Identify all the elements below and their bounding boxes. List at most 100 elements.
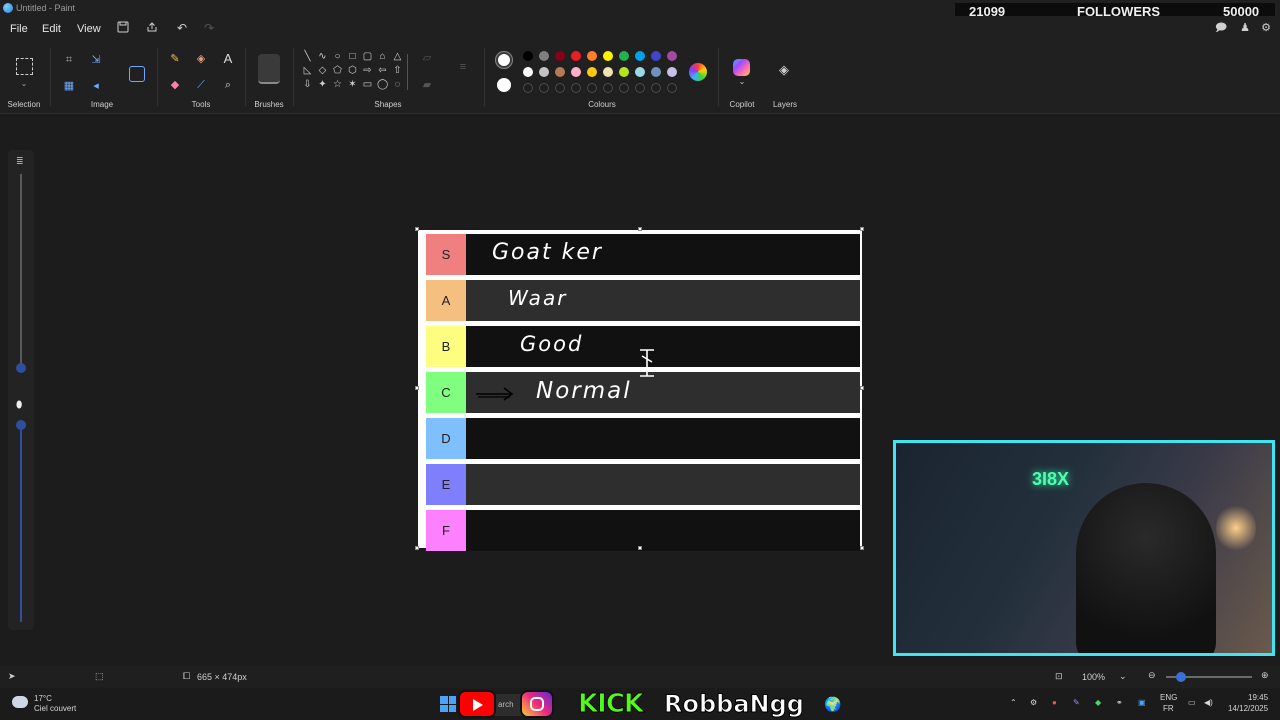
crop-icon[interactable]: ⌗ bbox=[62, 54, 76, 68]
palette-color-swatch[interactable] bbox=[571, 67, 581, 77]
share-icon[interactable] bbox=[145, 21, 159, 35]
callout-cloud-shape-icon[interactable]: ◌ bbox=[392, 79, 403, 90]
image-generate-icon[interactable] bbox=[129, 66, 145, 82]
zoom-in-icon[interactable]: ⊕ bbox=[1261, 670, 1269, 681]
account-icon[interactable]: ♟ bbox=[1238, 21, 1252, 35]
text-tool-icon[interactable]: A bbox=[221, 52, 235, 67]
selection-tool-icon[interactable] bbox=[16, 58, 33, 75]
palette-color-swatch[interactable] bbox=[603, 83, 613, 93]
palette-color-swatch[interactable] bbox=[571, 83, 581, 93]
menu-edit[interactable]: Edit bbox=[42, 23, 61, 35]
start-windows-icon[interactable] bbox=[440, 696, 456, 712]
palette-color-swatch[interactable] bbox=[619, 67, 629, 77]
palette-color-swatch[interactable] bbox=[523, 67, 533, 77]
palette-color-swatch[interactable] bbox=[523, 83, 533, 93]
tier-content-band[interactable] bbox=[466, 418, 860, 459]
tier-content-band[interactable]: Normal bbox=[466, 372, 860, 413]
menu-view[interactable]: View bbox=[77, 23, 101, 35]
up-arrow-shape-icon[interactable]: ⇧ bbox=[392, 65, 403, 76]
stroke-size-icon[interactable]: ≡ bbox=[456, 61, 470, 75]
five-point-star-shape-icon[interactable]: ☆ bbox=[332, 79, 343, 90]
weather-description[interactable]: Ciel couvert bbox=[34, 704, 76, 713]
palette-color-swatch[interactable] bbox=[619, 51, 629, 61]
secondary-color-swatch[interactable] bbox=[497, 78, 511, 92]
polygon-shape-icon[interactable]: ⌂ bbox=[377, 51, 388, 62]
tray-app-icon[interactable]: ▣ bbox=[1138, 698, 1146, 707]
right-arrow-shape-icon[interactable]: ⇨ bbox=[362, 65, 373, 76]
settings-gear-icon[interactable]: ⚙ bbox=[1259, 21, 1273, 35]
palette-color-swatch[interactable] bbox=[587, 51, 597, 61]
six-point-star-shape-icon[interactable]: ✶ bbox=[347, 79, 358, 90]
tier-content-band[interactable] bbox=[466, 510, 860, 551]
drawing-canvas[interactable]: S Goat ker A Waar B Good C Normal D E F bbox=[415, 227, 864, 551]
tray-app-icon[interactable]: ✎ bbox=[1073, 698, 1080, 707]
opacity-slider-thumb[interactable] bbox=[16, 420, 26, 430]
palette-color-swatch[interactable] bbox=[571, 51, 581, 61]
remove-background-icon[interactable]: ▦ bbox=[62, 80, 76, 94]
rectangle-shape-icon[interactable]: □ bbox=[347, 51, 358, 62]
palette-color-swatch[interactable] bbox=[539, 51, 549, 61]
resize-handle[interactable] bbox=[638, 227, 642, 231]
palette-color-swatch[interactable] bbox=[667, 51, 677, 61]
callout-oval-shape-icon[interactable]: ◯ bbox=[377, 79, 388, 90]
fit-to-window-icon[interactable]: ⊡ bbox=[1055, 671, 1063, 682]
shape-outline-icon[interactable]: ▱ bbox=[420, 52, 434, 66]
oval-shape-icon[interactable]: ○ bbox=[332, 51, 343, 62]
left-arrow-shape-icon[interactable]: ⇦ bbox=[377, 65, 388, 76]
browser-globe-icon[interactable]: 🌍 bbox=[824, 696, 841, 713]
language-bottom[interactable]: FR bbox=[1163, 704, 1174, 713]
resize-handle[interactable] bbox=[860, 546, 864, 550]
zoom-out-icon[interactable]: ⊖ bbox=[1148, 670, 1156, 681]
network-icon[interactable]: ▭ bbox=[1188, 698, 1196, 707]
palette-color-swatch[interactable] bbox=[555, 83, 565, 93]
primary-color-swatch[interactable] bbox=[496, 52, 512, 68]
palette-color-swatch[interactable] bbox=[539, 83, 549, 93]
tray-app-icon[interactable]: ● bbox=[1052, 698, 1057, 707]
eraser-icon[interactable]: ◆ bbox=[168, 79, 182, 93]
opacity-slider-track[interactable] bbox=[20, 422, 22, 622]
callout-rect-shape-icon[interactable]: ▭ bbox=[362, 79, 373, 90]
rotate-icon[interactable]: ◂ bbox=[89, 80, 103, 94]
palette-color-swatch[interactable] bbox=[635, 67, 645, 77]
magnifier-icon[interactable]: ⌕ bbox=[221, 79, 235, 93]
pencil-icon[interactable]: ✎ bbox=[168, 53, 182, 67]
copilot-dropdown-icon[interactable]: ⌄ bbox=[735, 76, 749, 90]
shapes-scrollbar[interactable] bbox=[407, 54, 408, 90]
tier-content-band[interactable] bbox=[466, 464, 860, 505]
four-point-star-shape-icon[interactable]: ✦ bbox=[317, 79, 328, 90]
pentagon-shape-icon[interactable]: ⬠ bbox=[332, 65, 343, 76]
palette-color-swatch[interactable] bbox=[635, 51, 645, 61]
volume-icon[interactable]: ◀) bbox=[1204, 698, 1213, 707]
palette-color-swatch[interactable] bbox=[587, 67, 597, 77]
resize-icon[interactable]: ⇲ bbox=[89, 54, 103, 68]
palette-color-swatch[interactable] bbox=[587, 83, 597, 93]
undo-icon[interactable]: ↶ bbox=[175, 21, 189, 35]
palette-color-swatch[interactable] bbox=[619, 83, 629, 93]
tier-content-band[interactable]: Good bbox=[466, 326, 860, 367]
palette-color-swatch[interactable] bbox=[539, 67, 549, 77]
copilot-icon[interactable] bbox=[733, 59, 750, 76]
resize-handle[interactable] bbox=[638, 546, 642, 550]
palette-color-swatch[interactable] bbox=[667, 67, 677, 77]
diamond-shape-icon[interactable]: ◇ bbox=[317, 65, 328, 76]
resize-handle[interactable] bbox=[415, 386, 419, 390]
palette-color-swatch[interactable] bbox=[651, 67, 661, 77]
save-icon[interactable] bbox=[116, 21, 130, 35]
resize-handle[interactable] bbox=[415, 546, 419, 550]
brush-size-slider-thumb[interactable] bbox=[16, 363, 26, 373]
clock-time[interactable]: 19:45 bbox=[1248, 693, 1268, 702]
down-arrow-shape-icon[interactable]: ⇩ bbox=[302, 79, 313, 90]
palette-color-swatch[interactable] bbox=[635, 83, 645, 93]
edit-colors-icon[interactable] bbox=[689, 63, 707, 81]
weather-temperature[interactable]: 17°C bbox=[34, 694, 52, 703]
clock-date[interactable]: 14/12/2025 bbox=[1228, 704, 1268, 713]
fill-bucket-icon[interactable]: ◈ bbox=[194, 53, 208, 67]
layers-icon[interactable]: ◈ bbox=[777, 63, 791, 78]
tray-app-icon[interactable]: ⚙ bbox=[1030, 698, 1037, 707]
brush-size-slider-track[interactable] bbox=[20, 174, 22, 369]
hexagon-shape-icon[interactable]: ⬡ bbox=[347, 65, 358, 76]
palette-color-swatch[interactable] bbox=[523, 51, 533, 61]
line-shape-icon[interactable]: ╲ bbox=[302, 51, 313, 62]
triangle-shape-icon[interactable]: △ bbox=[392, 51, 403, 62]
rounded-rectangle-shape-icon[interactable]: ▢ bbox=[362, 51, 373, 62]
